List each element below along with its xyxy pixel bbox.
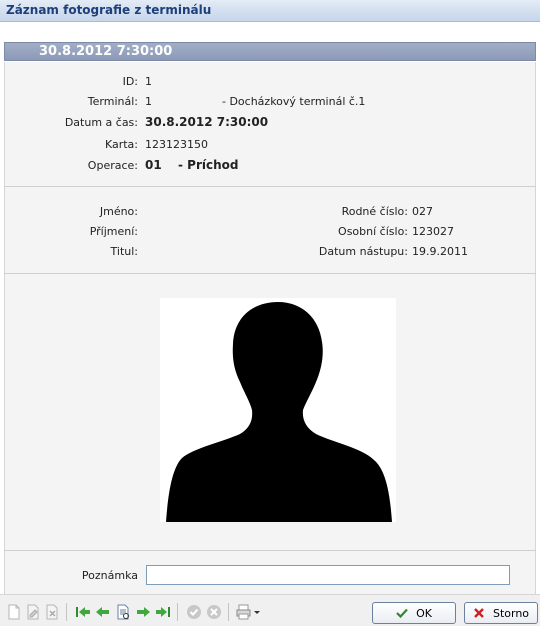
edit-doc-icon[interactable] <box>25 604 41 620</box>
cancel-button[interactable]: Storno <box>464 602 538 624</box>
note-label: Poznámka <box>81 569 138 582</box>
confirm-icon[interactable] <box>186 604 202 620</box>
terminal-value: 1 <box>145 95 152 108</box>
window-title: Záznam fotografie z terminálu <box>6 3 212 17</box>
card-label: Karta: <box>104 138 138 151</box>
header-datetime: 30.8.2012 7:30:00 <box>39 44 173 59</box>
prev-record-icon[interactable] <box>95 604 111 620</box>
section-divider <box>4 273 536 274</box>
start-date-value: 19.9.2011 <box>412 245 468 258</box>
bottom-toolbar: OK Storno <box>0 594 540 626</box>
datetime-label: Datum a čas: <box>64 116 138 129</box>
person-silhouette-icon <box>166 302 392 522</box>
card-value: 123123150 <box>145 138 208 151</box>
next-record-icon[interactable] <box>135 604 151 620</box>
personal-number-value: 123027 <box>412 225 454 238</box>
birth-number-value: 027 <box>412 205 433 218</box>
operation-code: 01 <box>145 158 162 172</box>
personal-number-label: Osobní číslo: <box>338 225 408 238</box>
first-record-icon[interactable] <box>75 604 91 620</box>
last-name-label: Příjmení: <box>89 225 138 238</box>
person-photo <box>160 298 396 522</box>
first-name-label: Jméno: <box>99 205 138 218</box>
id-label: ID: <box>122 75 138 88</box>
window-titlebar: Záznam fotografie z terminálu <box>0 0 540 22</box>
cancel-label: Storno <box>492 606 530 620</box>
operation-label: Operace: <box>87 159 138 172</box>
close-icon <box>474 608 484 618</box>
id-value: 1 <box>145 75 152 88</box>
ok-button[interactable]: OK <box>372 602 456 624</box>
checkmark-icon <box>396 608 408 619</box>
delete-doc-icon[interactable] <box>44 604 60 620</box>
date-header-bar: 30.8.2012 7:30:00 <box>4 42 536 61</box>
section-divider <box>4 550 536 551</box>
terminal-name: - Docházkový terminál č.1 <box>222 95 366 108</box>
operation-name: - Príchod <box>178 158 239 172</box>
datetime-value: 30.8.2012 7:30:00 <box>145 115 269 129</box>
detail-icon[interactable] <box>115 604 131 620</box>
title-label: Titul: <box>110 245 138 258</box>
cancel-icon[interactable] <box>206 604 222 620</box>
new-doc-icon[interactable] <box>6 604 22 620</box>
last-record-icon[interactable] <box>155 604 171 620</box>
note-input[interactable] <box>146 565 510 585</box>
section-divider <box>4 186 536 187</box>
print-icon[interactable] <box>236 604 262 620</box>
terminal-label: Terminál: <box>87 95 138 108</box>
start-date-label: Datum nástupu: <box>318 245 408 258</box>
birth-number-label: Rodné číslo: <box>341 205 408 218</box>
ok-label: OK <box>416 606 432 620</box>
